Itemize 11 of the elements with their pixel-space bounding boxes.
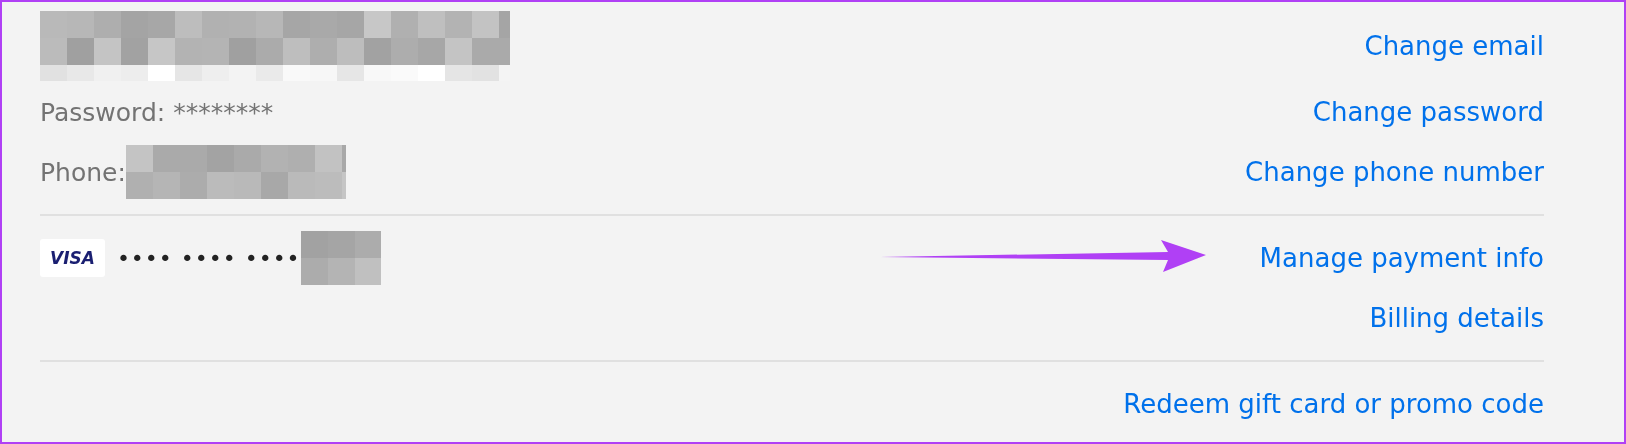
account-link[interactable]: Change password xyxy=(1312,97,1544,127)
card-brand-logo: VISA xyxy=(40,239,105,277)
account-link[interactable]: Manage payment info xyxy=(1259,243,1544,273)
account-link[interactable]: Redeem gift card or promo code xyxy=(1123,389,1544,419)
field-label: Phone: xyxy=(40,157,126,187)
field-label: Password: xyxy=(40,97,166,127)
card-number: •••• •••• •••• xyxy=(116,245,301,271)
account-link[interactable]: Billing details xyxy=(1369,303,1544,333)
account-link[interactable]: Change email xyxy=(1364,31,1544,61)
password-value: ******** xyxy=(173,97,274,127)
account-link[interactable]: Change phone number xyxy=(1245,157,1544,187)
